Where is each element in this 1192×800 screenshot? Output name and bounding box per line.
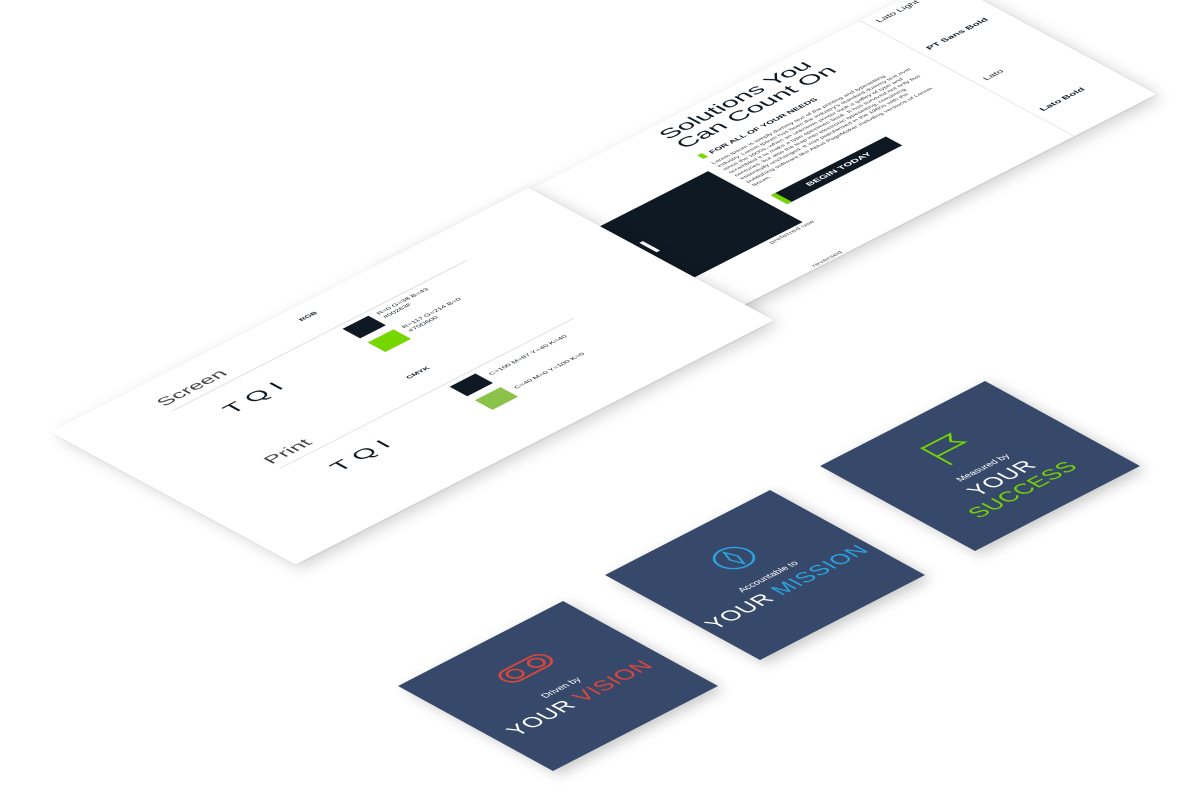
font-lato-bold: Lato Bold bbox=[1037, 86, 1088, 113]
swatch-green-rgb bbox=[367, 329, 412, 353]
success-tile: Measured by YOUR SUCCESS bbox=[820, 381, 1140, 551]
reversed-label: reversed bbox=[809, 250, 845, 268]
font-pt-sans-bold: PT Sans Bold bbox=[924, 16, 991, 52]
mission-word-your: YOUR bbox=[699, 590, 780, 633]
screen-divider bbox=[171, 260, 467, 412]
vision-tile: Driven by YOUR VISION bbox=[398, 601, 718, 771]
rgb-label: RGB bbox=[297, 310, 320, 323]
print-divider bbox=[278, 318, 574, 469]
swatch-green-cmyk bbox=[474, 387, 519, 410]
swatch-green-hex-text: #75D600 bbox=[406, 315, 440, 333]
print-title: Print bbox=[258, 436, 317, 467]
font-lato-light: Lato Light bbox=[874, 0, 922, 24]
font-lato: Lato bbox=[981, 68, 1007, 82]
swatch-navy-rgb-text: R=0 G=38 B=43 bbox=[374, 286, 431, 316]
screen-title: Screen bbox=[151, 367, 232, 409]
mission-tile: Accountable to YOUR MISSION bbox=[605, 490, 925, 660]
vision-word-your: YOUR bbox=[501, 696, 582, 739]
cmyk-label: CMYK bbox=[404, 365, 432, 380]
